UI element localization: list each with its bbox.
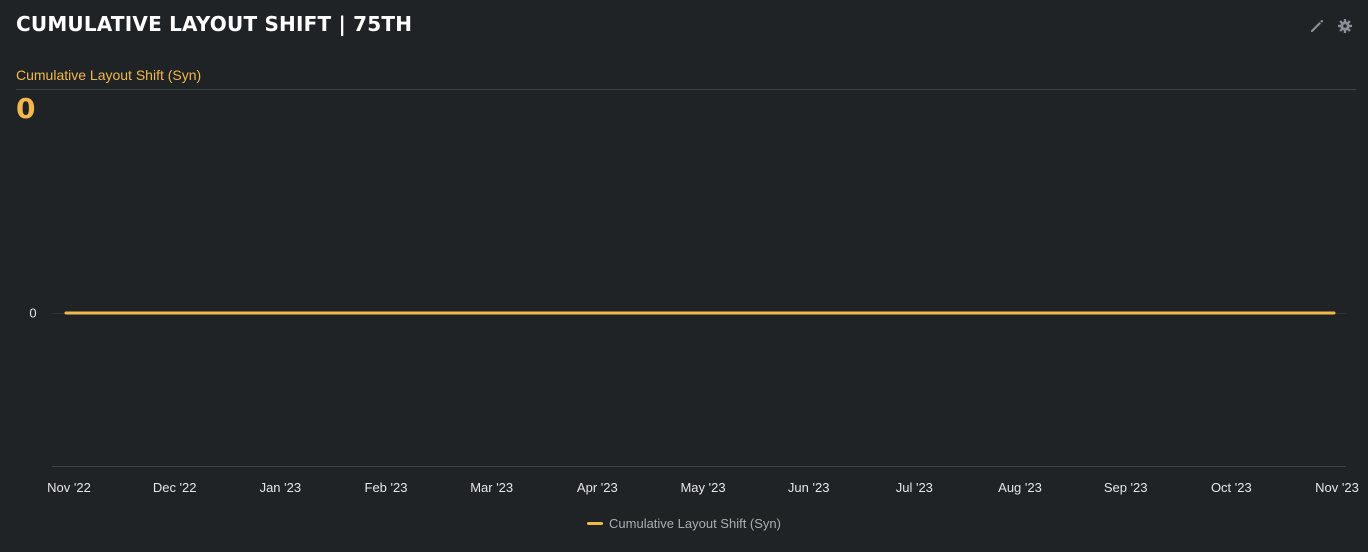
x-tick-label: Jul '23 bbox=[896, 480, 933, 495]
x-tick-label: Nov '22 bbox=[47, 480, 91, 495]
x-tick-label: Feb '23 bbox=[365, 480, 408, 495]
x-tick-label: Mar '23 bbox=[470, 480, 513, 495]
x-tick-label: Oct '23 bbox=[1211, 480, 1252, 495]
x-tick-label: Aug '23 bbox=[998, 480, 1042, 495]
x-tick-label: Apr '23 bbox=[577, 480, 618, 495]
x-tick-label: Jun '23 bbox=[788, 480, 830, 495]
chart-legend: Cumulative Layout Shift (Syn) bbox=[0, 516, 1368, 531]
x-tick-label: Jan '23 bbox=[260, 480, 302, 495]
y-tick-label: 0 bbox=[29, 306, 36, 321]
x-tick-label: Sep '23 bbox=[1104, 480, 1148, 495]
line-chart: 0 Nov '22 Dec '22 Jan '23 Feb '23 Mar '23 Apr … bbox=[29, 306, 1359, 496]
legend-label: Cumulative Layout Shift (Syn) bbox=[609, 516, 781, 531]
x-tick-label: May '23 bbox=[680, 480, 725, 495]
x-tick-label: Nov '23 bbox=[1315, 480, 1359, 495]
x-tick-label: Dec '22 bbox=[153, 480, 197, 495]
chart-widget: CUMULATIVE LAYOUT SHIFT | 75TH Cumulativ… bbox=[0, 0, 1368, 552]
legend-item[interactable]: Cumulative Layout Shift (Syn) bbox=[587, 516, 781, 531]
legend-swatch bbox=[587, 522, 604, 525]
